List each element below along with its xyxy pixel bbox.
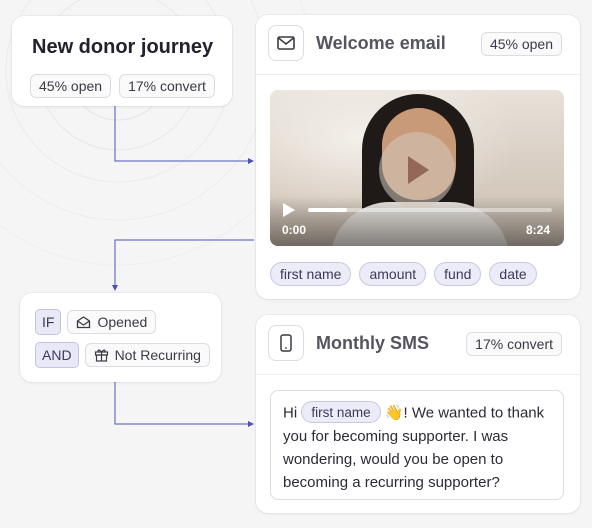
video-current-time: 0:00	[282, 223, 307, 237]
play-icon	[408, 156, 429, 184]
arrowhead-sms	[248, 421, 254, 427]
gift-icon	[94, 349, 108, 362]
sms-card-header: Monthly SMS 17% convert	[256, 315, 580, 375]
phone-icon	[268, 325, 304, 361]
open-rate-badge: 45% open	[30, 74, 112, 98]
email-open-badge: 45% open	[480, 32, 562, 56]
arrowhead-email	[248, 158, 254, 164]
sms-step-title: Monthly SMS	[316, 333, 429, 353]
rule-not-recurring[interactable]: Not Recurring	[84, 343, 210, 367]
arrowhead-condition	[112, 285, 118, 291]
video-progress-bar[interactable]	[308, 208, 552, 212]
envelope-open-icon	[77, 315, 91, 328]
rule-opened[interactable]: Opened	[67, 310, 157, 334]
condition-card[interactable]: IF Opened AND Not Recurring	[20, 293, 221, 382]
rule-not-recurring-label: Not Recurring	[114, 347, 201, 363]
convert-rate-badge: 17% convert	[119, 74, 215, 98]
rule-opened-label: Opened	[97, 314, 148, 330]
email-step-card[interactable]: Welcome email 45% open 0:00 8:24 first n…	[256, 15, 580, 299]
video-progress-fill	[308, 208, 348, 212]
and-operator[interactable]: AND	[35, 342, 79, 368]
merge-tag-first-name[interactable]: first name	[301, 401, 381, 423]
connector-email-to-condition	[114, 239, 254, 285]
merge-tags: first name amount fund date	[270, 262, 537, 286]
sms-message-editor[interactable]: Hi first name 👋! We wanted to thank you …	[270, 390, 564, 500]
message-greeting: Hi	[283, 404, 298, 422]
sms-step-card[interactable]: Monthly SMS 17% convert Hi first name 👋!…	[256, 315, 580, 513]
merge-tag[interactable]: date	[489, 262, 537, 286]
condition-row-if: IF Opened	[35, 309, 157, 335]
merge-tag[interactable]: first name	[270, 262, 352, 286]
video-player[interactable]: 0:00 8:24	[270, 90, 564, 246]
journey-title: New donor journey	[32, 36, 214, 58]
if-operator[interactable]: IF	[35, 309, 62, 335]
video-duration: 8:24	[525, 223, 550, 237]
play-overlay-button[interactable]	[379, 132, 455, 208]
email-step-title: Welcome email	[316, 33, 446, 53]
journey-stats: 45% open 17% convert	[30, 74, 215, 98]
condition-row-and: AND Not Recurring	[35, 342, 210, 368]
connector-journey-to-email	[114, 106, 250, 162]
mail-icon	[268, 25, 304, 61]
merge-tag[interactable]: fund	[434, 262, 482, 286]
connector-condition-to-sms	[114, 382, 250, 425]
control-play-icon[interactable]	[282, 202, 296, 218]
journey-card[interactable]: New donor journey 45% open 17% convert	[12, 16, 232, 106]
wave-emoji: 👋	[384, 404, 404, 422]
sms-convert-badge: 17% convert	[466, 332, 562, 356]
merge-tag[interactable]: amount	[359, 262, 427, 286]
email-card-header: Welcome email 45% open	[256, 15, 580, 75]
